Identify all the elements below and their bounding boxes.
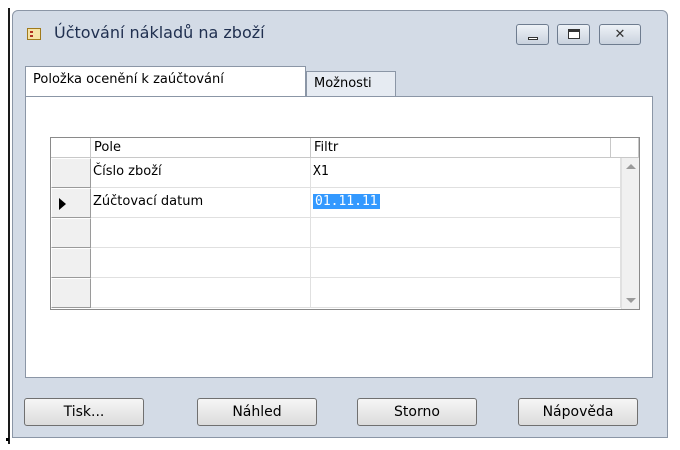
- cell-filtr[interactable]: [311, 218, 621, 248]
- cell-filtr[interactable]: 01.11.11: [311, 188, 621, 218]
- close-icon: ✕: [614, 27, 626, 42]
- window-title: Účtování nákladů na zboží: [54, 23, 265, 42]
- left-edge-line: [8, 8, 10, 444]
- table-row[interactable]: [51, 278, 639, 308]
- corner-dot: [6, 438, 9, 441]
- current-row-arrow-icon: [59, 198, 66, 210]
- table-row[interactable]: [51, 218, 639, 248]
- row-selector[interactable]: [51, 218, 91, 248]
- row-selector[interactable]: [51, 188, 91, 218]
- filter-grid: Pole Filtr Číslo zboží X1 Zúčtovací datu…: [50, 137, 640, 310]
- table-row[interactable]: Číslo zboží X1: [51, 158, 639, 188]
- maximize-icon: [568, 29, 580, 39]
- scroll-down-arrow-icon[interactable]: [626, 298, 636, 303]
- row-selector[interactable]: [51, 248, 91, 278]
- table-row[interactable]: [51, 248, 639, 278]
- minimize-icon: [528, 37, 538, 40]
- vertical-scrollbar[interactable]: [621, 158, 639, 309]
- scroll-up-arrow-icon[interactable]: [626, 164, 636, 169]
- cell-filtr[interactable]: X1: [311, 158, 621, 188]
- cell-pole[interactable]: Číslo zboží: [91, 158, 311, 188]
- cell-pole[interactable]: Zúčtovací datum: [91, 188, 311, 218]
- cell-filtr[interactable]: [311, 248, 621, 278]
- filter-input-selected-text[interactable]: 01.11.11: [313, 194, 380, 209]
- print-button[interactable]: Tisk...: [24, 398, 144, 426]
- tab-polozka-oceneni[interactable]: Položka ocenění k zaúčtování: [25, 66, 306, 96]
- row-selector[interactable]: [51, 278, 91, 308]
- grid-corner-header: [51, 138, 91, 158]
- cancel-button[interactable]: Storno: [357, 398, 477, 426]
- row-selector[interactable]: [51, 158, 91, 188]
- form-icon: [27, 28, 41, 40]
- title-bar[interactable]: Účtování nákladů na zboží ✕: [13, 11, 667, 45]
- tab-moznosti[interactable]: Možnosti: [306, 71, 396, 97]
- cell-filtr[interactable]: [311, 278, 621, 308]
- column-header-filtr[interactable]: Filtr: [311, 138, 611, 158]
- column-header-pole[interactable]: Pole: [91, 138, 311, 158]
- cell-pole[interactable]: [91, 218, 311, 248]
- minimize-button[interactable]: [516, 24, 549, 45]
- table-row-current[interactable]: Zúčtovací datum 01.11.11: [51, 188, 639, 218]
- help-button[interactable]: Nápověda: [518, 398, 638, 426]
- preview-button[interactable]: Náhled: [197, 398, 317, 426]
- cell-pole[interactable]: [91, 278, 311, 308]
- maximize-button[interactable]: [557, 24, 590, 45]
- close-button[interactable]: ✕: [599, 24, 641, 45]
- cell-pole[interactable]: [91, 248, 311, 278]
- grid-header-filler: [611, 138, 639, 158]
